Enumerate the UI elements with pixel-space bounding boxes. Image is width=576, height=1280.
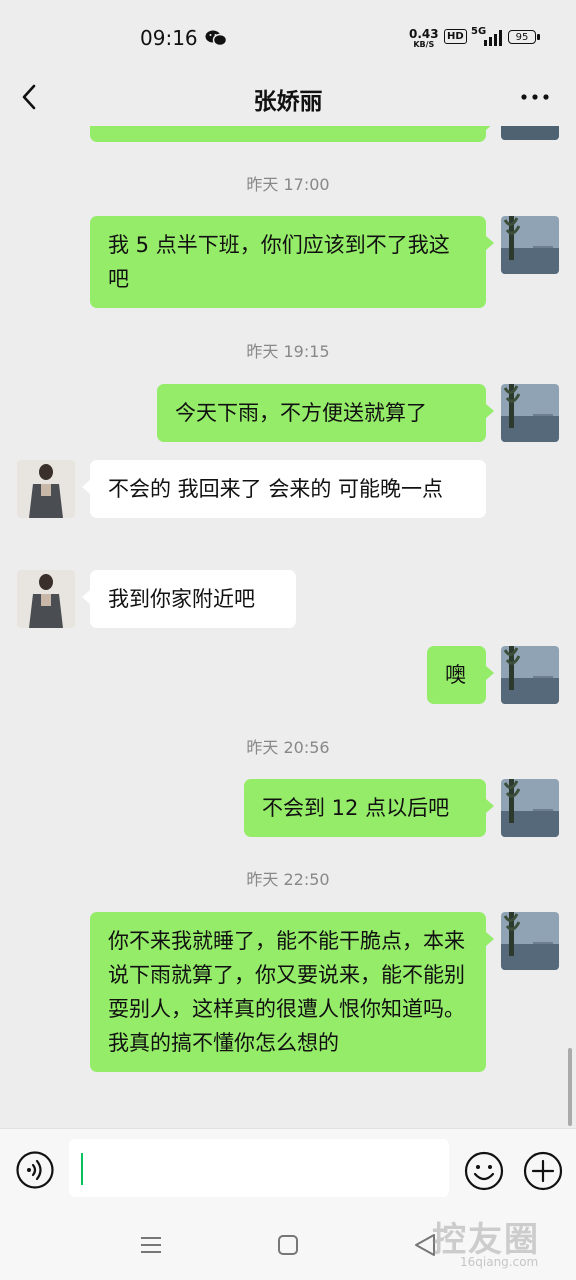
voice-input-icon[interactable] <box>16 1151 54 1189</box>
signal-icon <box>484 30 502 46</box>
input-bar <box>0 1128 576 1211</box>
battery-indicator: 95 <box>508 30 540 44</box>
status-time: 09:16 <box>140 26 198 50</box>
status-bar: 09:16 0.43 KB/S HD 5G 95 <box>0 0 576 70</box>
my-avatar[interactable] <box>501 912 559 970</box>
my-avatar[interactable] <box>501 216 559 274</box>
message-bubble[interactable]: 不会到 12 点以后吧 <box>244 779 494 837</box>
watermark-logo: 控友圈 <box>432 1220 540 1260</box>
scrollbar[interactable] <box>568 1048 572 1126</box>
net-speed-value: 0.43 <box>409 27 439 41</box>
message-bubble[interactable]: 我 5 点半下班，你们应该到不了我这吧 <box>90 216 494 308</box>
net-speed: 0.43 KB/S <box>409 28 439 49</box>
lake-avatar-icon <box>501 384 559 442</box>
message-bubble[interactable]: 你不来我就睡了，能不能干脆点，本来说下雨就算了，你又要说来，能不能别耍别人，这样… <box>90 912 494 1072</box>
contact-avatar[interactable] <box>17 460 75 518</box>
plus-icon[interactable] <box>523 1151 563 1191</box>
timestamp: 昨天 22:50 <box>246 870 330 889</box>
timestamp: 昨天 20:56 <box>246 738 330 757</box>
person-avatar-icon <box>17 570 75 628</box>
message-bubble[interactable]: 今天下雨，不方便送就算了 <box>157 384 494 442</box>
person-avatar-icon <box>17 460 75 518</box>
more-options-icon[interactable] <box>518 84 552 110</box>
net-speed-unit: KB/S <box>413 40 435 49</box>
message-bubble[interactable]: 不会的 我回来了 会来的 可能晚一点 <box>82 460 486 518</box>
my-avatar[interactable] <box>501 646 559 704</box>
timestamp: 昨天 17:00 <box>246 175 330 194</box>
wechat-notification-icon <box>205 30 227 46</box>
lake-avatar-icon <box>501 912 559 970</box>
chat-title: 张娇丽 <box>253 89 323 115</box>
recent-apps-icon[interactable] <box>140 1235 162 1255</box>
text-cursor <box>81 1153 83 1185</box>
contact-avatar[interactable] <box>17 570 75 628</box>
lake-avatar-icon <box>501 779 559 837</box>
timestamp: 昨天 19:15 <box>246 342 330 361</box>
lake-avatar-icon <box>501 216 559 274</box>
my-avatar[interactable] <box>501 779 559 837</box>
my-avatar-partial[interactable] <box>501 126 559 140</box>
message-bubble[interactable]: 噢 <box>427 646 494 704</box>
lake-avatar-icon <box>501 126 559 140</box>
chat-header: 张娇丽 <box>0 70 576 126</box>
hd-badge: HD <box>444 29 467 44</box>
message-bubble[interactable]: 我到你家附近吧 <box>82 570 296 628</box>
home-icon[interactable] <box>278 1235 298 1255</box>
message-bubble-partial <box>90 126 494 142</box>
emoji-icon[interactable] <box>464 1151 504 1191</box>
lake-avatar-icon <box>501 646 559 704</box>
message-list[interactable]: 昨天 17:00 我 5 点半下班，你们应该到不了我这吧 昨天 19:15 今天… <box>0 126 576 1128</box>
my-avatar[interactable] <box>501 384 559 442</box>
watermark-url: 16qiang.com <box>460 1255 539 1269</box>
message-input[interactable] <box>69 1139 449 1197</box>
